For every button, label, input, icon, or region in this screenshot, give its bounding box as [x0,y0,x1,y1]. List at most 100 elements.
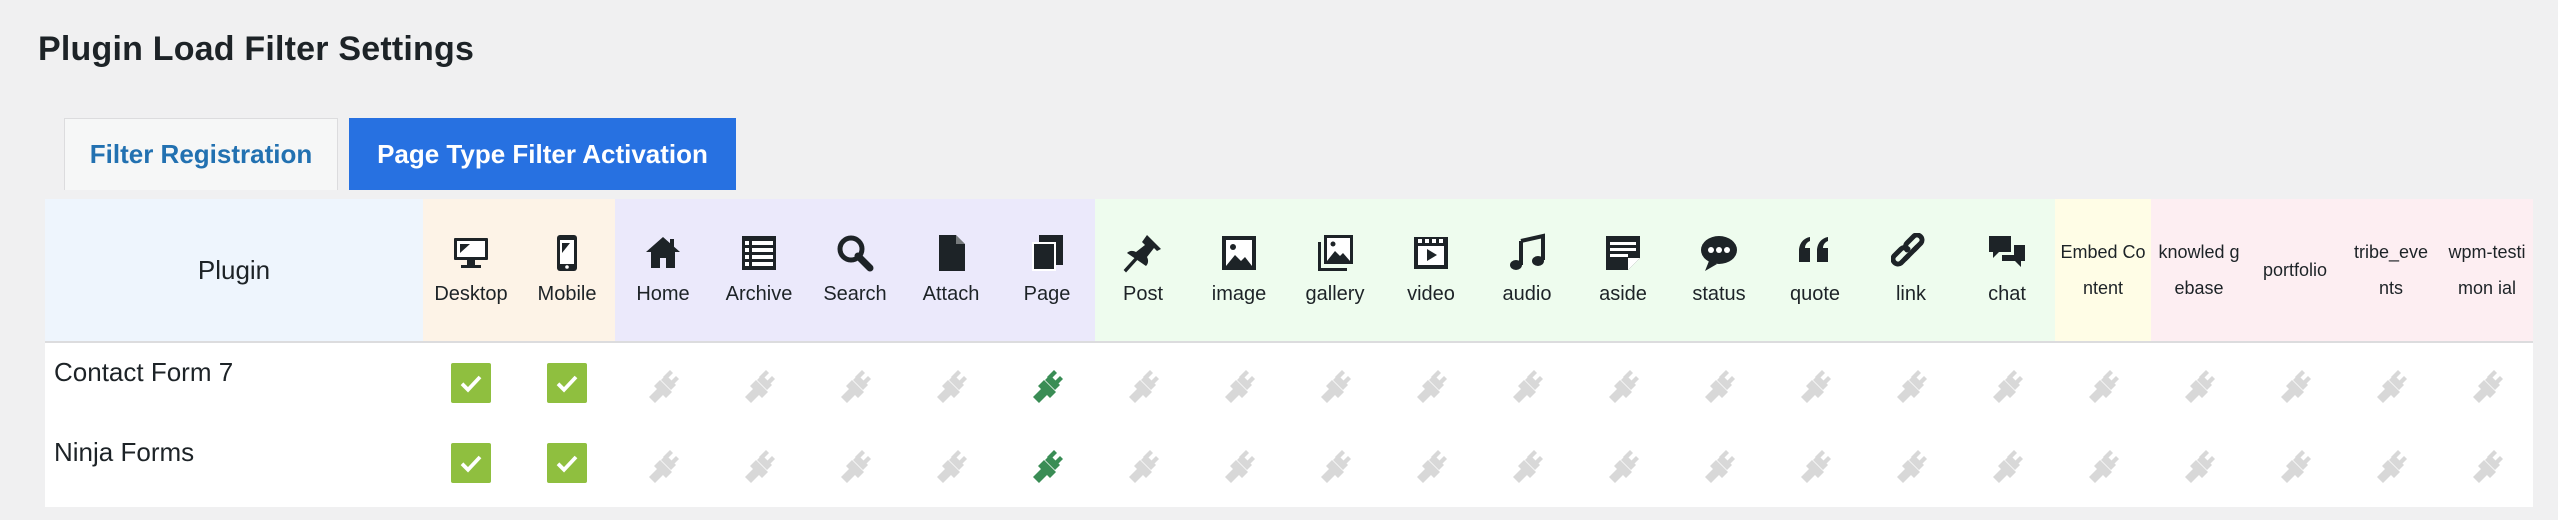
plug-toggle-off[interactable] [1287,343,1383,423]
plug-toggle-off[interactable] [711,423,807,503]
image-icon [1217,231,1261,275]
archive-icon [737,231,781,275]
plug-toggle-off[interactable] [1767,423,1863,503]
mobile-icon [545,231,589,275]
plug-icon [1699,363,1739,403]
column-label: video [1407,283,1455,305]
plug-toggle-off[interactable] [903,343,999,423]
link-icon [1889,231,1933,275]
column-label: Attach [922,283,980,305]
plug-toggle-off[interactable] [1575,423,1671,503]
column-header-image: image [1191,199,1287,341]
plug-icon [2275,443,2315,483]
plug-toggle-off[interactable] [2055,343,2151,423]
plug-icon [1123,443,1163,483]
plug-toggle-off[interactable] [2151,343,2247,423]
plug-toggle-off[interactable] [1191,423,1287,503]
plug-toggle-off[interactable] [1479,343,1575,423]
plug-icon [2179,443,2219,483]
column-label: audio [1502,283,1552,305]
checkmark-icon [547,443,587,483]
tab-filter-registration[interactable]: Filter Registration [64,118,338,190]
plug-toggle-off[interactable] [1671,423,1767,503]
column-header-tribe-eve-nts: tribe_eve nts [2343,199,2439,341]
plug-toggle-off[interactable] [1863,423,1959,503]
plug-icon [1987,363,2027,403]
plug-toggle-off[interactable] [2151,423,2247,503]
column-header-home: Home [615,199,711,341]
column-label: portfolio [2262,260,2328,280]
status-icon [1697,231,1741,275]
checkmark-icon [547,363,587,403]
plug-icon [1315,443,1355,483]
plug-toggle-off[interactable] [1479,423,1575,503]
plug-icon [1411,443,1451,483]
plug-icon [1795,443,1835,483]
plug-toggle-off[interactable] [807,343,903,423]
plug-toggle-off[interactable] [1287,423,1383,503]
column-label: Post [1122,283,1164,305]
column-label: link [1895,283,1926,305]
column-header-post: Post [1095,199,1191,341]
plug-toggle-off[interactable] [2055,423,2151,503]
plug-icon [739,443,779,483]
column-label: aside [1599,283,1647,305]
filter-checkbox[interactable] [519,343,615,423]
attach-icon [929,231,973,275]
plug-icon [2083,363,2123,403]
plug-toggle-off[interactable] [1575,343,1671,423]
checkmark-icon [451,443,491,483]
column-header-knowled-gebase: knowled gebase [2151,199,2247,341]
plug-toggle-off[interactable] [1095,343,1191,423]
plug-toggle-on[interactable] [999,343,1095,423]
plug-toggle-off[interactable] [2343,343,2439,423]
plug-toggle-off[interactable] [903,423,999,503]
filter-checkbox[interactable] [423,343,519,423]
column-label: Mobile [537,283,597,305]
chat-icon [1985,231,2029,275]
filter-checkbox[interactable] [423,423,519,503]
plug-toggle-off[interactable] [1383,423,1479,503]
column-label: Embed Content [2060,242,2146,298]
column-header-search: Search [807,199,903,341]
tab-page-type-filter-activation[interactable]: Page Type Filter Activation [349,118,736,190]
column-header-archive: Archive [711,199,807,341]
plug-toggle-off[interactable] [2247,423,2343,503]
plug-toggle-off[interactable] [1383,343,1479,423]
plug-toggle-off[interactable] [615,343,711,423]
plugin-name: Ninja Forms [54,437,195,467]
plug-toggle-off[interactable] [1767,343,1863,423]
plug-icon [1219,363,1259,403]
plug-toggle-off[interactable] [2247,343,2343,423]
plug-icon [2371,363,2411,403]
filter-checkbox[interactable] [519,423,615,503]
home-icon [641,231,685,275]
plug-toggle-off[interactable] [2439,423,2533,503]
plug-toggle-off[interactable] [1959,423,2055,503]
plug-toggle-off[interactable] [615,423,711,503]
plug-toggle-off[interactable] [807,423,903,503]
plug-toggle-off[interactable] [1095,423,1191,503]
filter-table: Plugin Desktop Mobile Home Archive Search Att… [45,199,2533,507]
column-header-desktop: Desktop [423,199,519,341]
plug-toggle-off[interactable] [711,343,807,423]
plug-icon [931,443,971,483]
plug-icon [2275,363,2315,403]
plug-icon [2371,443,2411,483]
plug-toggle-off[interactable] [1191,343,1287,423]
quote-icon [1793,231,1837,275]
plug-icon [643,363,683,403]
plug-toggle-off[interactable] [2343,423,2439,503]
plug-icon [1891,443,1931,483]
plug-toggle-off[interactable] [1959,343,2055,423]
plugin-name: Contact Form 7 [54,357,234,387]
page-icon [1025,231,1069,275]
plug-toggle-off[interactable] [1863,343,1959,423]
plug-toggle-off[interactable] [1671,343,1767,423]
gallery-icon [1313,231,1357,275]
column-header-aside: aside [1575,199,1671,341]
plug-icon [1699,443,1739,483]
plug-toggle-off[interactable] [2439,343,2533,423]
column-header-embed-content: Embed Content [2055,199,2151,341]
plug-toggle-on[interactable] [999,423,1095,503]
